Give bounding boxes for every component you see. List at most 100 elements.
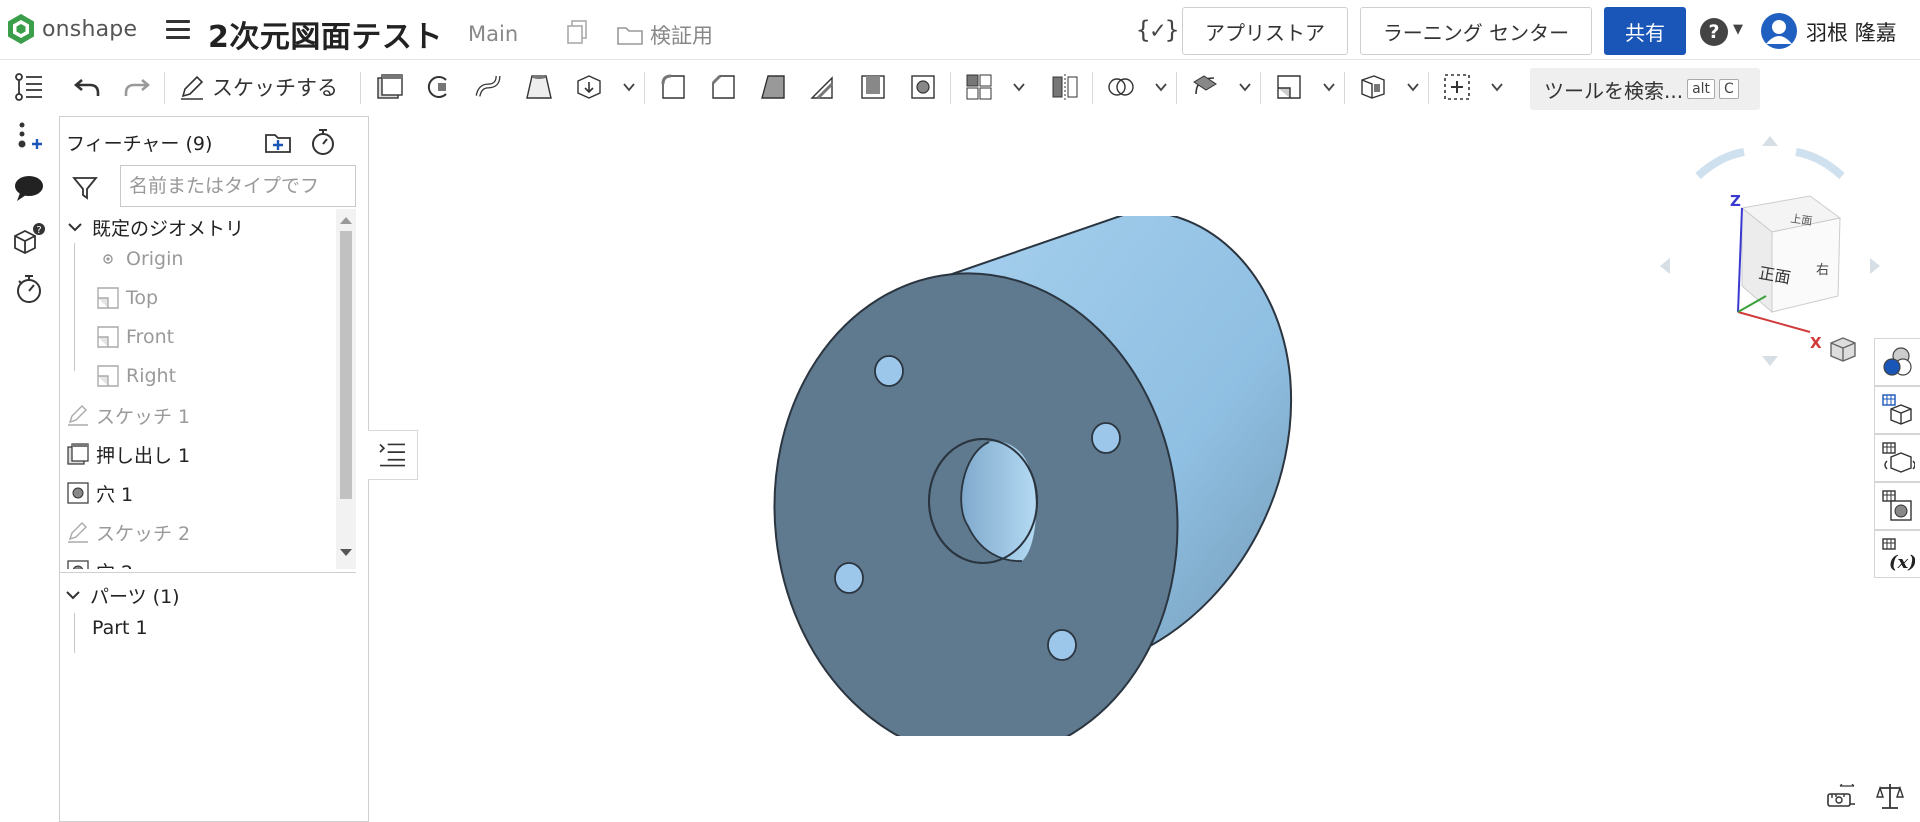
chevron-down-icon[interactable] bbox=[1490, 80, 1504, 94]
appearance-icon bbox=[1883, 347, 1912, 376]
chevron-down-icon[interactable] bbox=[1238, 80, 1252, 94]
hole-table-panel-button[interactable] bbox=[1874, 482, 1920, 530]
rib-icon[interactable] bbox=[808, 72, 838, 102]
learning-center-button[interactable]: ラーニング センター bbox=[1360, 7, 1592, 55]
toolbar-separator bbox=[950, 72, 951, 104]
geometry-top[interactable]: Top bbox=[96, 282, 158, 314]
feature-sketch-1[interactable]: スケッチ 1 bbox=[66, 399, 190, 431]
default-geometry-group[interactable]: 既定のジオメトリ bbox=[66, 211, 244, 243]
rotate-arrow-icon bbox=[1695, 148, 1745, 179]
app-store-button[interactable]: アプリストア bbox=[1182, 7, 1348, 55]
chamfer-icon[interactable] bbox=[708, 72, 738, 102]
part-item[interactable]: Part 1 bbox=[92, 617, 148, 639]
geometry-front[interactable]: Front bbox=[96, 321, 174, 353]
variables-panel-button[interactable]: (x) bbox=[1874, 530, 1920, 578]
hole-table-icon bbox=[1882, 490, 1912, 521]
feature-tree: 既定のジオメトリ Origin Top Front Right スケッチ 1 押… bbox=[60, 209, 336, 569]
chevron-down-icon[interactable] bbox=[622, 80, 636, 94]
chevron-down-icon[interactable] bbox=[1154, 80, 1168, 94]
tree-guide-line bbox=[74, 243, 75, 371]
mirror-icon[interactable] bbox=[1050, 72, 1080, 102]
scroll-thumb[interactable] bbox=[340, 231, 352, 499]
menu-icon[interactable] bbox=[166, 20, 190, 40]
share-button[interactable]: 共有 bbox=[1604, 7, 1686, 55]
document-title[interactable]: 2次元図面テスト bbox=[208, 12, 443, 56]
mass-properties-icon[interactable] bbox=[1876, 782, 1904, 810]
feature-hole-1-label: 穴 1 bbox=[96, 483, 134, 506]
feature-list-icon[interactable] bbox=[12, 70, 46, 104]
configurations-panel-button[interactable] bbox=[1874, 386, 1920, 434]
sketch-label: スケッチする bbox=[212, 76, 338, 100]
comments-icon[interactable] bbox=[12, 172, 46, 206]
linear-pattern-icon[interactable] bbox=[964, 72, 994, 102]
hole-icon[interactable] bbox=[908, 72, 938, 102]
draft-icon[interactable] bbox=[758, 72, 788, 102]
scroll-up-arrow-icon[interactable] bbox=[340, 217, 352, 224]
toolbar-separator bbox=[360, 72, 361, 104]
document-branch[interactable]: Main bbox=[468, 22, 518, 46]
shell-icon[interactable] bbox=[858, 72, 888, 102]
sweep-icon[interactable] bbox=[474, 72, 504, 102]
add-folder-icon[interactable] bbox=[262, 127, 294, 157]
plane-icon bbox=[97, 287, 119, 309]
rollback-timer-icon[interactable] bbox=[12, 272, 46, 306]
brand[interactable]: onshape bbox=[6, 11, 137, 47]
feature-hole-2[interactable]: 穴 2 bbox=[66, 555, 133, 569]
user-name[interactable]: 羽根 隆嘉 bbox=[1806, 17, 1897, 47]
plane-icon bbox=[97, 365, 119, 387]
chevron-down-icon[interactable]: ▼ bbox=[1733, 22, 1743, 37]
add-instance-icon[interactable] bbox=[12, 120, 46, 154]
geometry-right[interactable]: Right bbox=[96, 360, 176, 392]
sketch-icon bbox=[68, 405, 88, 426]
boolean-icon[interactable] bbox=[1106, 72, 1136, 102]
split-icon[interactable] bbox=[1190, 72, 1220, 102]
extrude-icon[interactable] bbox=[374, 72, 404, 102]
geometry-origin[interactable]: Origin bbox=[96, 243, 183, 275]
extrude-icon bbox=[67, 443, 89, 465]
feature-list-title: フィーチャー (9) bbox=[66, 133, 213, 155]
axis-x-label: X bbox=[1810, 334, 1822, 352]
timer-icon[interactable] bbox=[308, 127, 338, 157]
revolve-icon[interactable] bbox=[424, 72, 454, 102]
loft-icon[interactable] bbox=[524, 72, 554, 102]
chevron-down-icon[interactable] bbox=[64, 586, 82, 604]
part-3d-model[interactable] bbox=[740, 216, 1360, 736]
chevron-down-icon[interactable] bbox=[1322, 80, 1336, 94]
scroll-down-arrow-icon[interactable] bbox=[340, 549, 352, 556]
help-icon[interactable]: ? bbox=[1700, 18, 1728, 46]
geometry-front-label: Front bbox=[126, 326, 175, 348]
chevron-down-icon[interactable] bbox=[1012, 80, 1026, 94]
hole-icon bbox=[67, 482, 89, 504]
fillet-icon[interactable] bbox=[658, 72, 688, 102]
copy-document-icon[interactable] bbox=[565, 19, 589, 45]
part-studio-help-icon[interactable]: ? bbox=[12, 222, 46, 256]
add-custom-feature-icon[interactable] bbox=[1442, 72, 1472, 102]
transform-icon[interactable] bbox=[1358, 72, 1388, 102]
feature-tree-scrollbar[interactable] bbox=[336, 209, 356, 569]
chevron-down-icon[interactable] bbox=[1406, 80, 1420, 94]
plane-icon[interactable] bbox=[1274, 72, 1304, 102]
feature-hole-1[interactable]: 穴 1 bbox=[66, 477, 133, 509]
feature-extrude-1[interactable]: 押し出し 1 bbox=[66, 438, 190, 470]
redo-icon[interactable] bbox=[122, 72, 152, 102]
feature-filter-input[interactable] bbox=[120, 165, 356, 207]
view-up-arrow-icon bbox=[1762, 136, 1778, 146]
parts-group[interactable]: パーツ (1) bbox=[64, 579, 180, 611]
sketch-button[interactable]: スケッチする bbox=[178, 70, 338, 104]
variable-studio-icon[interactable]: {✓} bbox=[1136, 16, 1179, 44]
document-folder[interactable]: 検証用 bbox=[616, 20, 713, 50]
collapse-feature-panel-icon[interactable] bbox=[368, 430, 418, 480]
filter-icon[interactable] bbox=[72, 175, 98, 201]
undo-icon[interactable] bbox=[72, 72, 102, 102]
tool-search[interactable]: ツールを検索... alt C bbox=[1530, 68, 1760, 110]
thicken-icon[interactable] bbox=[574, 72, 604, 102]
measure-icon[interactable] bbox=[1826, 784, 1856, 810]
folder-icon bbox=[617, 27, 643, 45]
avatar-icon[interactable] bbox=[1760, 12, 1798, 50]
custom-table-panel-button[interactable] bbox=[1874, 434, 1920, 482]
view-cube-menu-icon[interactable] bbox=[1828, 334, 1858, 364]
appearance-panel-button[interactable] bbox=[1874, 338, 1920, 386]
graphics-viewport[interactable]: 上面 正面 右 Z X (x) bbox=[420, 116, 1920, 822]
feature-sketch-2[interactable]: スケッチ 2 bbox=[66, 516, 190, 548]
chevron-down-icon[interactable] bbox=[66, 218, 84, 236]
